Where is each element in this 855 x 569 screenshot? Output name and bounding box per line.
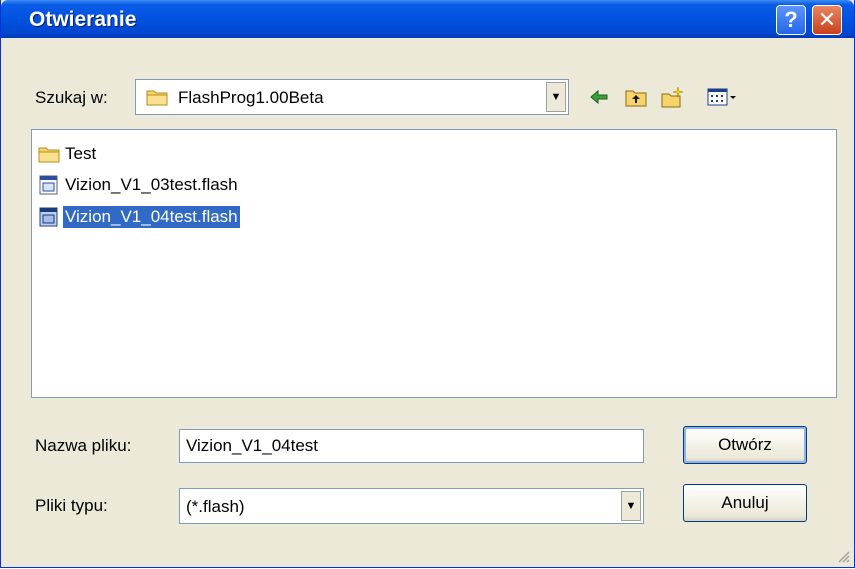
close-icon: ✕ [817,7,837,32]
list-item-label: Vizion_V1_04test.flash [63,206,240,228]
list-item-file[interactable]: Vizion_V1_03test.flash [38,172,240,198]
folder-icon [146,90,168,106]
chevron-down-icon: ▼ [550,91,562,103]
resize-grip-icon[interactable] [836,549,850,563]
open-dialog: Otwieranie ? ✕ Szukaj w: FlashProg1.00Be… [0,0,855,568]
help-icon: ? [784,7,798,32]
file-type-icon [39,175,58,195]
file-type-icon [39,207,58,227]
folder-icon [38,147,60,163]
filename-input[interactable] [179,429,644,463]
help-button[interactable]: ? [776,5,806,35]
lookin-label: Szukaj w: [35,88,108,107]
filetype-value: (*.flash) [186,497,245,516]
cancel-button[interactable]: Anuluj [683,484,807,522]
list-item-file-selected[interactable]: Vizion_V1_04test.flash [38,204,240,230]
lookin-dropdown-button[interactable]: ▼ [546,82,566,112]
file-list[interactable]: Test Vizion_V1_03test.flash Vizion_V1_04… [31,129,837,398]
close-button[interactable]: ✕ [812,5,842,35]
list-item-label: Vizion_V1_03test.flash [65,175,238,194]
chevron-down-icon: ▼ [625,500,637,512]
filetype-label: Pliki typu: [35,496,108,515]
list-item-label: Test [65,144,97,163]
filetype-combobox[interactable]: (*.flash) ▼ [179,488,644,524]
new-folder-icon[interactable] [661,86,683,108]
view-menu-icon[interactable] [707,86,739,108]
lookin-value: FlashProg1.00Beta [178,88,324,107]
back-arrow-icon[interactable] [588,86,610,108]
list-item-folder[interactable]: Test [38,141,98,167]
title-bar[interactable]: Otwieranie ? ✕ [1,0,854,38]
lookin-combobox[interactable]: FlashProg1.00Beta ▼ [135,79,569,115]
filetype-dropdown-button[interactable]: ▼ [621,491,641,521]
dialog-title: Otwieranie [29,8,137,31]
open-button[interactable]: Otwórz [683,426,807,464]
up-one-level-icon[interactable] [625,86,647,108]
filename-label: Nazwa pliku: [35,436,132,455]
